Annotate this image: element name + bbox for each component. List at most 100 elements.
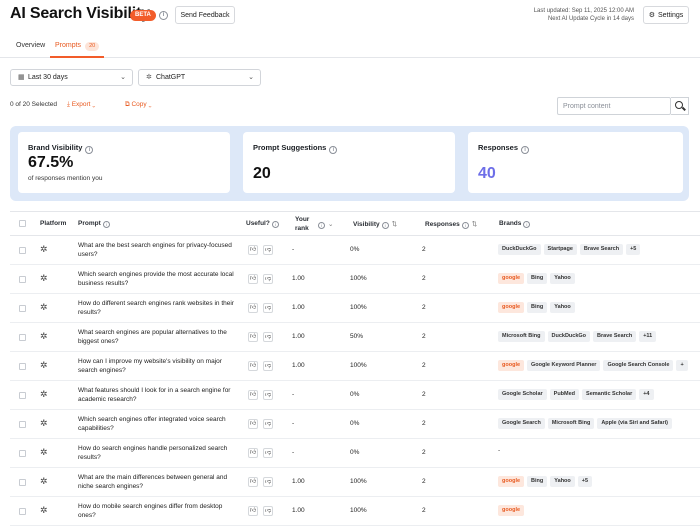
search-icon-handle (682, 106, 686, 111)
info-icon[interactable]: i (521, 146, 530, 154)
tab-bar: Overview Prompts 20 (0, 37, 700, 58)
row-checkbox[interactable] (19, 276, 26, 283)
info-icon[interactable]: i (85, 146, 94, 154)
info-icon[interactable]: i (381, 222, 389, 229)
thumbs-down-icon[interactable]: 👎︎ (263, 332, 273, 342)
brand-tag: PubMed (549, 389, 580, 400)
row-checkbox[interactable] (19, 450, 26, 457)
export-button[interactable]: ⤓ Export ⌄ (67, 101, 95, 109)
thumbs-down-icon[interactable]: 👎︎ (263, 274, 273, 284)
table-row[interactable]: ✲ What features should I look for in a se… (10, 381, 700, 410)
info-icon[interactable]: i (523, 221, 531, 228)
thumbs-down-icon[interactable]: 👎︎ (263, 303, 273, 313)
card-title: Prompt Suggestions i (253, 143, 338, 154)
thumbs-down-icon[interactable]: 👎︎ (263, 361, 273, 371)
thumbs-up-icon[interactable]: 👍︎ (248, 390, 258, 400)
visibility-value: 50% (350, 333, 364, 340)
thumbs-up-icon[interactable]: 👍︎ (248, 477, 258, 487)
col-brands-label: Brands (499, 220, 522, 227)
info-icon[interactable]: i (271, 221, 279, 228)
copy-icon: ⧉ (125, 101, 130, 108)
send-feedback-button[interactable]: Send Feedback (175, 6, 235, 24)
thumbs-down-icon[interactable]: 👎︎ (263, 419, 273, 429)
thumbs-down-icon[interactable]: 👎︎ (263, 506, 273, 516)
table-row[interactable]: ✲ What search engines are popular alterna… (10, 323, 700, 352)
table-row[interactable]: ✲ How do search engines handle personaliz… (10, 439, 700, 468)
date-range-select[interactable]: ▦ Last 30 days ⌄ (10, 69, 133, 86)
prompt-text: What features should I look for in a sea… (78, 387, 231, 403)
thumbs-up-icon[interactable]: 👍︎ (248, 303, 258, 313)
table-row[interactable]: ✲ How can I improve my website's visibili… (10, 352, 700, 381)
copy-button[interactable]: ⧉ Copy ⌄ (125, 101, 152, 109)
brand-tag[interactable]: + (676, 360, 688, 371)
brand-visibility-subtitle: of responses mention you (28, 175, 103, 182)
table-row[interactable]: ✲ Which search engines provide the most a… (10, 265, 700, 294)
brand-tag[interactable]: +5 (577, 476, 593, 487)
info-icon[interactable]: i (329, 146, 338, 154)
responses-value: 2 (422, 362, 426, 369)
row-checkbox[interactable] (19, 247, 26, 254)
brand-tag[interactable]: +5 (626, 244, 641, 255)
thumbs-up-icon[interactable]: 👍︎ (248, 361, 258, 371)
row-checkbox[interactable] (19, 363, 26, 370)
thumbs-up-icon[interactable]: 👍︎ (248, 419, 258, 429)
rank-value: 1.00 (292, 478, 305, 485)
tab-overview[interactable]: Overview (16, 42, 45, 49)
brand-tag[interactable]: +11 (639, 331, 657, 342)
row-checkbox[interactable] (19, 392, 26, 399)
visibility-value: 100% (350, 275, 367, 282)
brands-list: google Bing Yahoo (498, 273, 578, 284)
prompt-search-input[interactable] (557, 97, 671, 115)
thumbs-down-icon[interactable]: 👎︎ (263, 390, 273, 400)
sort-icon[interactable]: ⇅ (472, 221, 477, 228)
search-button[interactable] (671, 97, 689, 115)
table-row[interactable]: ✲ How do mobile search engines differ fro… (10, 497, 700, 526)
settings-button[interactable]: ⚙ Settings (643, 6, 689, 24)
table-row[interactable]: ✲ Which search engines offer integrated v… (10, 410, 700, 439)
row-checkbox[interactable] (19, 421, 26, 428)
rank-value: - (292, 420, 295, 427)
thumbs-down-icon[interactable]: 👎︎ (263, 245, 273, 255)
prompt-text: What are the main differences between ge… (78, 474, 228, 490)
table-row[interactable]: ✲ What are the best search engines for pr… (10, 236, 700, 265)
prompt-text: Which search engines provide the most ac… (78, 271, 234, 287)
brand-tag[interactable]: +4 (639, 389, 654, 400)
row-checkbox[interactable] (19, 508, 26, 515)
prompt-text: How do different search engines rank web… (78, 300, 234, 316)
brand-tag: google (498, 273, 525, 284)
col-rank: Your rank (295, 215, 309, 233)
col-visibility: Visibility i ⇅ (353, 220, 397, 229)
thumbs-up-icon[interactable]: 👍︎ (248, 448, 258, 458)
select-all-checkbox[interactable] (19, 220, 26, 227)
thumbs-up-icon[interactable]: 👍︎ (248, 332, 258, 342)
sort-icon[interactable]: ⇅ (392, 221, 397, 228)
brands-list: Microsoft Bing DuckDuckGo Brave Search +11 (498, 331, 659, 342)
info-icon[interactable]: i (461, 222, 469, 229)
table-row[interactable]: ✲ What are the main differences between g… (10, 468, 700, 497)
tab-prompts[interactable]: Prompts 20 (55, 42, 100, 51)
prompt-suggestions-card: Prompt Suggestions i 20 (243, 132, 455, 193)
thumbs-down-icon[interactable]: 👎︎ (263, 477, 273, 487)
thumbs-up-icon[interactable]: 👍︎ (248, 274, 258, 284)
row-checkbox[interactable] (19, 479, 26, 486)
row-checkbox[interactable] (19, 334, 26, 341)
info-icon[interactable]: i (318, 222, 325, 229)
model-select[interactable]: ✲ ChatGPT ⌄ (138, 69, 261, 86)
thumbs-down-icon[interactable]: 👎︎ (263, 448, 273, 458)
info-icon[interactable]: i (159, 11, 168, 20)
table-row[interactable]: ✲ How do different search engines rank we… (10, 294, 700, 323)
sort-icon[interactable]: ⌄ (328, 221, 333, 228)
export-label: Export (71, 101, 91, 108)
brand-tag: Google Search (498, 418, 545, 429)
chatgpt-icon: ✲ (40, 273, 48, 283)
brands-list: google Google Keyword Planner Google Searc… (498, 360, 691, 371)
thumbs-up-icon[interactable]: 👍︎ (248, 506, 258, 516)
info-icon[interactable]: i (102, 221, 110, 228)
thumbs-up-icon[interactable]: 👍︎ (248, 245, 258, 255)
row-checkbox[interactable] (19, 305, 26, 312)
responses-value: 2 (422, 478, 426, 485)
brand-tag: Brave Search (579, 244, 624, 255)
chatgpt-icon: ✲ (146, 74, 152, 81)
rank-value: - (292, 449, 295, 456)
visibility-value: 0% (350, 420, 360, 427)
